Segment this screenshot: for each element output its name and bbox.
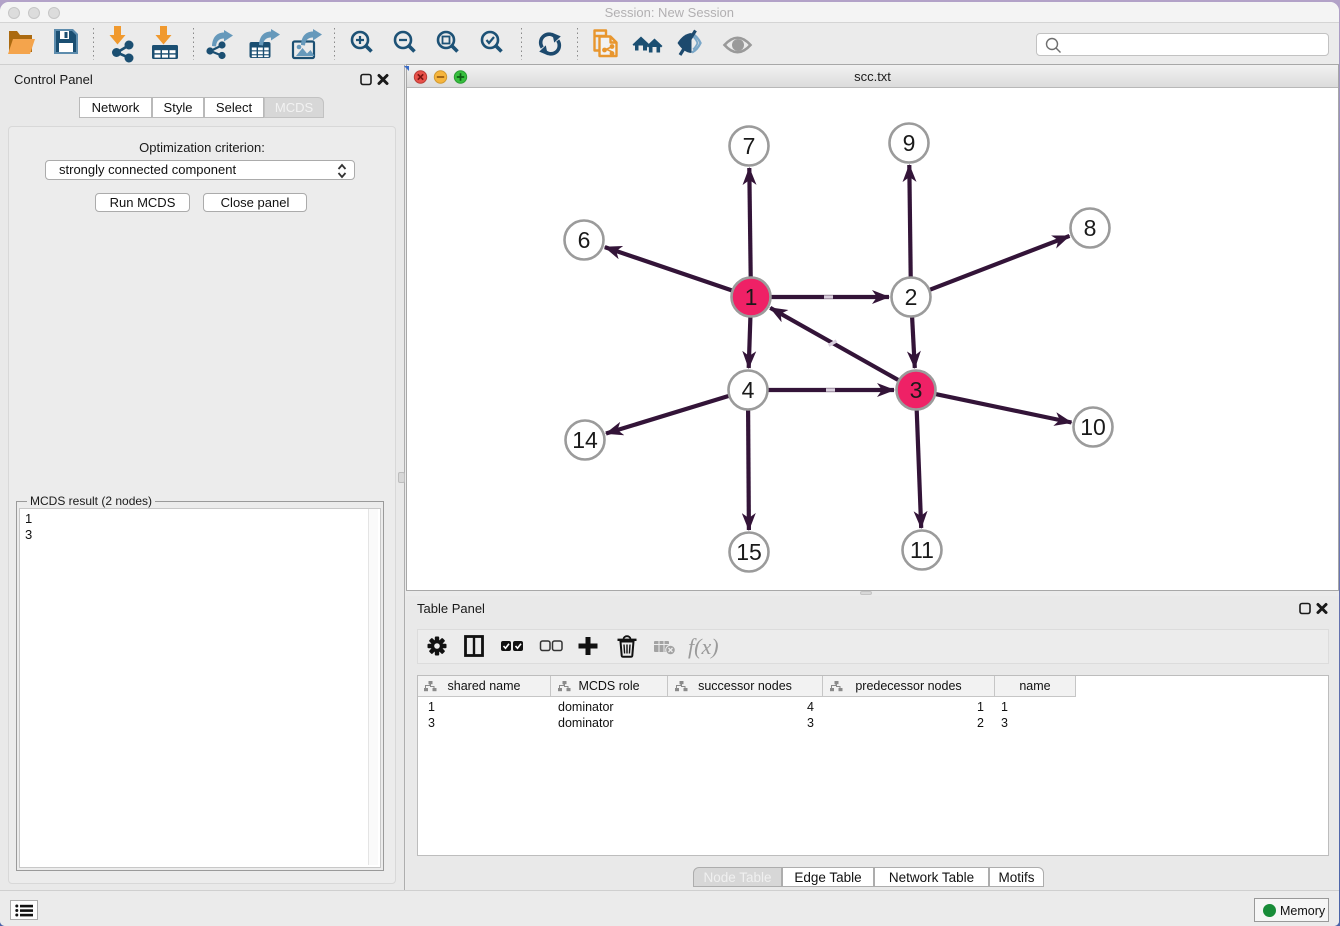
svg-text:10: 10 — [1080, 414, 1106, 440]
svg-text:6: 6 — [578, 227, 591, 253]
svg-text:9: 9 — [903, 130, 916, 156]
svg-text:11: 11 — [910, 537, 934, 563]
svg-text:1: 1 — [745, 284, 758, 310]
svg-text:8: 8 — [1084, 215, 1097, 241]
svg-text:14: 14 — [572, 427, 598, 453]
svg-text:15: 15 — [736, 539, 762, 565]
svg-text:7: 7 — [743, 133, 756, 159]
svg-text:2: 2 — [905, 284, 918, 310]
svg-text:3: 3 — [910, 377, 923, 403]
svg-text:f(x): f(x) — [688, 634, 719, 659]
svg-text:4: 4 — [742, 377, 755, 403]
